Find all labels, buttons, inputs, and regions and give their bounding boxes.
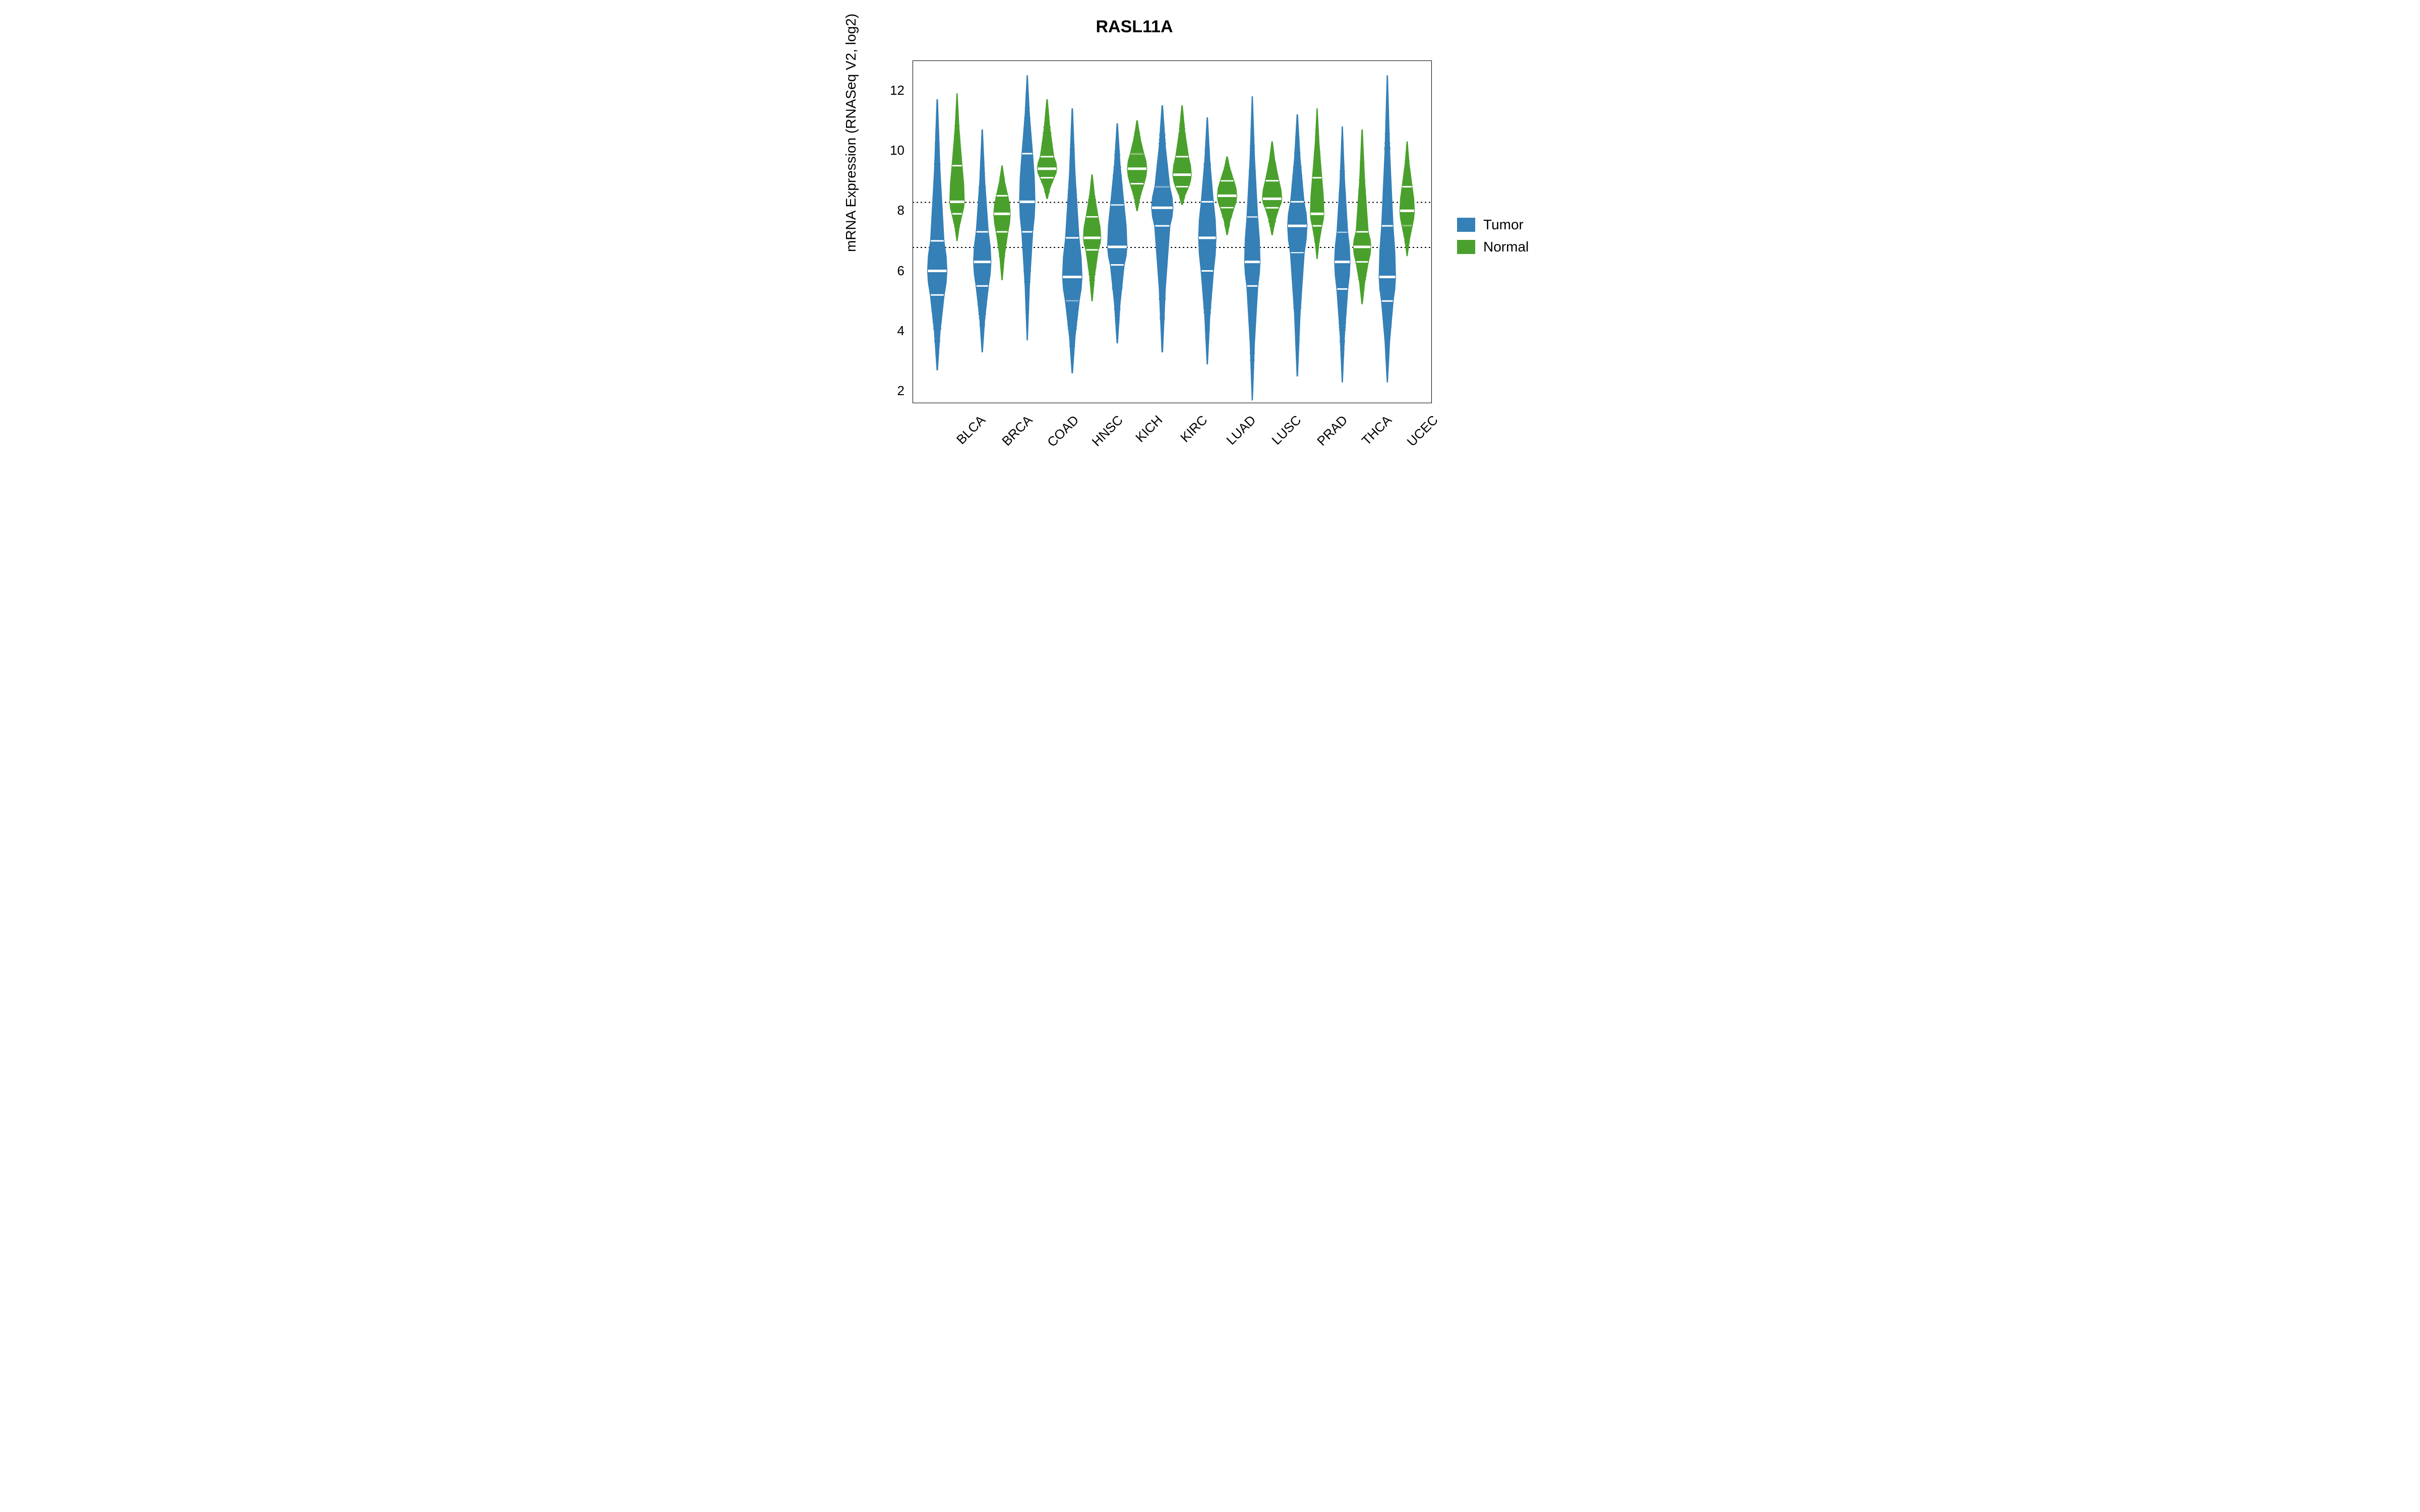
violin-chart: RASL11A mRNA Expression (RNASeq V2, log2… (837, 0, 1583, 466)
x-tick-label: COAD (1044, 412, 1082, 450)
y-axis-label: mRNA Expression (RNASeq V2, log2) (843, 14, 859, 252)
x-tick-label: UCEC (1404, 412, 1441, 450)
legend-label-tumor: Tumor (1483, 217, 1524, 233)
legend: Tumor Normal (1457, 217, 1529, 261)
x-tick-label: LUSC (1268, 412, 1304, 448)
y-tick-label: 12 (884, 83, 904, 98)
y-tick-label: 6 (884, 263, 904, 279)
x-tick-label: PRAD (1314, 412, 1351, 449)
y-tick-label: 8 (884, 203, 904, 218)
x-tick-label: BLCA (953, 412, 989, 448)
y-tick-label: 10 (884, 143, 904, 158)
legend-item-normal: Normal (1457, 239, 1529, 255)
plot-frame (913, 60, 1432, 403)
x-tick-label: HNSC (1089, 412, 1126, 450)
legend-label-normal: Normal (1483, 239, 1529, 255)
legend-item-tumor: Tumor (1457, 217, 1529, 233)
x-tick-label: BRCA (999, 412, 1036, 449)
y-tick-label: 2 (884, 383, 904, 399)
x-tick-label: LUAD (1224, 412, 1259, 448)
x-tick-label: KICH (1132, 412, 1166, 446)
x-tick-label: THCA (1359, 412, 1395, 449)
plot-area (913, 60, 1432, 403)
legend-swatch-tumor (1457, 218, 1475, 232)
x-tick-label: KIRC (1177, 412, 1211, 446)
legend-swatch-normal (1457, 240, 1475, 254)
chart-title: RASL11A (837, 17, 1432, 37)
y-tick-label: 4 (884, 323, 904, 339)
